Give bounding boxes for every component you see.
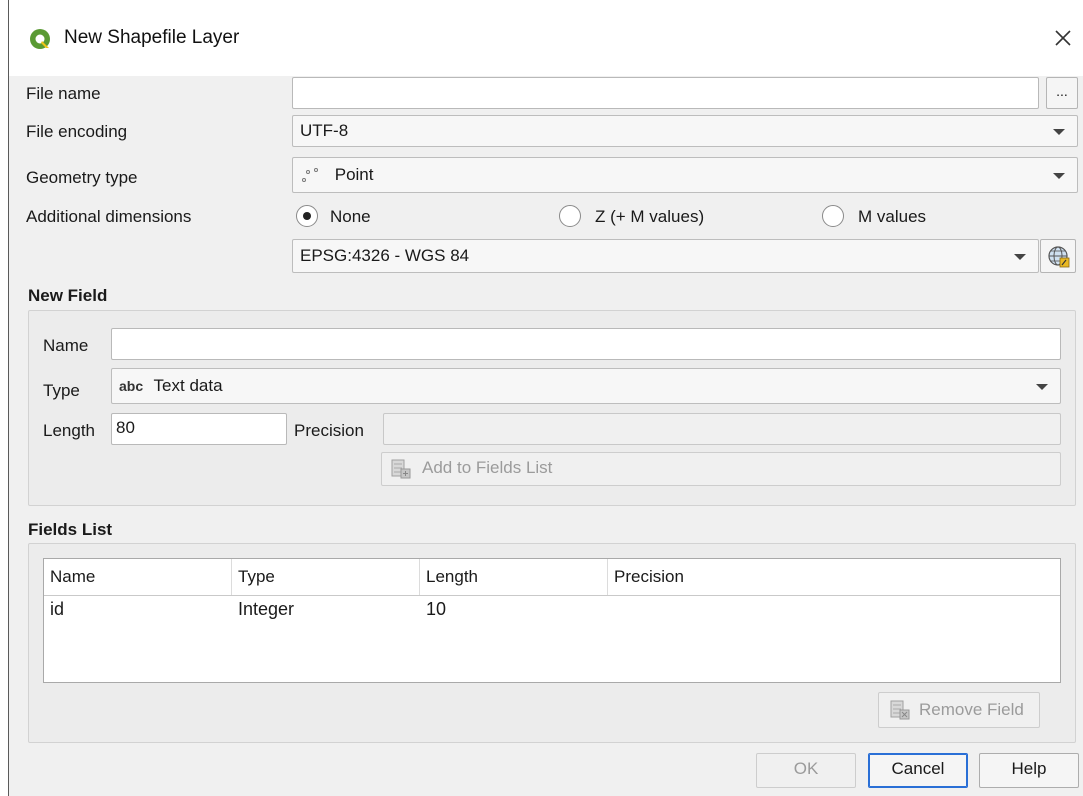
column-header-length[interactable]: Length [420, 559, 608, 595]
add-to-fields-list-label: Add to Fields List [422, 458, 553, 477]
column-header-name[interactable]: Name [44, 559, 232, 595]
cell-name: id [50, 599, 65, 619]
close-icon[interactable] [1049, 24, 1077, 52]
radio-m-values[interactable] [822, 205, 844, 227]
chevron-down-icon [1014, 254, 1026, 260]
cancel-button[interactable]: Cancel [868, 753, 968, 788]
text-type-icon: abc [119, 378, 144, 394]
fields-list-heading: Fields List [28, 520, 113, 539]
radio-z-m-values-label: Z (+ M values) [595, 207, 705, 226]
column-header-precision[interactable]: Precision [608, 559, 1060, 595]
new-shapefile-layer-dialog: New Shapefile Layer File name ... File e… [8, 0, 1083, 796]
title-bar: New Shapefile Layer [9, 0, 1083, 76]
qgis-logo-icon [30, 29, 50, 49]
field-type-select[interactable]: abc Text data [111, 368, 1061, 404]
geometry-type-label: Geometry type [26, 168, 138, 187]
field-name-label: Name [43, 336, 89, 355]
add-field-icon [391, 459, 411, 479]
file-name-input[interactable] [292, 77, 1039, 109]
cell-precision [608, 599, 614, 627]
field-type-label: Type [43, 381, 80, 400]
file-encoding-select[interactable]: UTF-8 [292, 115, 1078, 147]
chevron-down-icon [1053, 129, 1065, 135]
cell-type: Integer [238, 599, 295, 619]
window-title: New Shapefile Layer [64, 27, 240, 48]
radio-none-label: None [330, 207, 371, 226]
remove-field-label: Remove Field [919, 700, 1024, 719]
ok-button[interactable]: OK [756, 753, 856, 788]
length-label: Length [43, 421, 95, 440]
precision-label: Precision [294, 421, 364, 440]
crs-value: EPSG:4326 - WGS 84 [300, 246, 470, 265]
help-button[interactable]: Help [979, 753, 1079, 788]
add-to-fields-list-button[interactable]: Add to Fields List [381, 452, 1061, 486]
projection-select-button[interactable] [1040, 239, 1076, 273]
remove-field-icon [890, 700, 910, 720]
geometry-type-value: Point [334, 165, 374, 184]
chevron-down-icon [1036, 384, 1048, 390]
cell-length: 10 [426, 599, 447, 619]
radio-none[interactable] [296, 205, 318, 227]
new-field-heading: New Field [28, 286, 108, 305]
point-layer-icon [300, 167, 320, 184]
additional-dimensions-label: Additional dimensions [26, 207, 192, 226]
field-type-value: Text data [153, 376, 223, 395]
crs-select[interactable]: EPSG:4326 - WGS 84 [292, 239, 1039, 273]
radio-z-m-values[interactable] [559, 205, 581, 227]
projection-select-icon [1048, 246, 1070, 268]
geometry-type-select[interactable]: Point [292, 157, 1078, 193]
length-input[interactable]: 80 [111, 413, 287, 445]
file-name-label: File name [26, 84, 101, 103]
file-encoding-label: File encoding [26, 122, 128, 141]
fields-table: Name Type Length Precision id Integer 10 [43, 558, 1061, 683]
precision-input[interactable] [383, 413, 1061, 445]
fields-table-header: Name Type Length Precision [44, 559, 1060, 596]
field-name-input[interactable] [111, 328, 1061, 360]
radio-m-values-label: M values [858, 207, 927, 226]
browse-button[interactable]: ... [1046, 77, 1078, 109]
file-encoding-value: UTF-8 [300, 121, 349, 140]
remove-field-button[interactable]: Remove Field [878, 692, 1040, 728]
column-header-type[interactable]: Type [232, 559, 420, 595]
chevron-down-icon [1053, 173, 1065, 179]
